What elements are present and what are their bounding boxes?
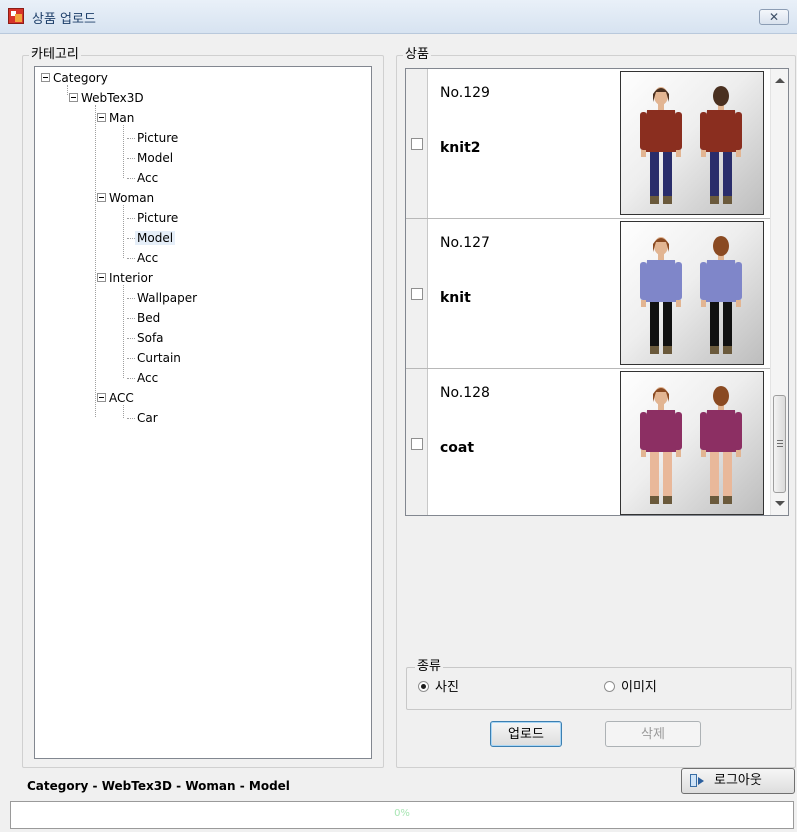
tree-node-label: Interior (109, 271, 153, 285)
product-number: No.128 (440, 385, 490, 401)
scroll-up-icon[interactable] (775, 78, 785, 83)
close-icon: ✕ (768, 10, 780, 24)
tree-node-label: Bed (137, 311, 161, 325)
tree-node-label: Category (53, 71, 108, 85)
progress-label: 0% (394, 808, 410, 819)
tree-node-label: Car (137, 411, 158, 425)
collapse-icon[interactable] (97, 193, 106, 202)
tree-node-webtex3d[interactable]: WebTex3D (69, 89, 144, 107)
product-name: knit2 (440, 140, 481, 156)
product-thumbnail (620, 371, 764, 515)
window-title: 상품 업로드 (32, 12, 96, 27)
logout-label: 로그아웃 (714, 773, 762, 788)
tree-node-woman-acc[interactable]: Acc (127, 249, 159, 267)
category-tree[interactable]: Category WebTex3D Man Picture Model Acc … (34, 66, 372, 759)
product-name: coat (440, 440, 475, 456)
scroll-thumb[interactable] (773, 395, 786, 493)
collapse-icon[interactable] (97, 113, 106, 122)
category-legend: 카테고리 (31, 47, 79, 62)
tree-node-interior-acc[interactable]: Acc (127, 369, 159, 387)
radio-unselected-icon[interactable] (604, 681, 615, 692)
tree-node-interior-curtain[interactable]: Curtain (127, 349, 181, 367)
tree-node-label-selected: Model (135, 231, 176, 245)
tree-node-man-picture[interactable]: Picture (127, 129, 179, 147)
collapse-icon[interactable] (69, 93, 78, 102)
tree-node-label: Man (109, 111, 135, 125)
tree-node-woman-model[interactable]: Model (127, 229, 176, 247)
scroll-down-icon[interactable] (775, 501, 785, 506)
product-thumbnail (620, 221, 764, 365)
upload-progress-bar: 0% (10, 801, 794, 829)
kind-group: 종류 (406, 660, 792, 710)
kind-legend: 종류 (417, 659, 441, 674)
product-checkbox[interactable] (411, 138, 423, 150)
model-illustration (640, 86, 742, 204)
app-icon (8, 8, 24, 24)
tree-node-acc-car[interactable]: Car (127, 409, 158, 427)
radio-image[interactable]: 이미지 (604, 680, 657, 696)
tree-node-label: Picture (137, 211, 179, 225)
tree-node-category[interactable]: Category (41, 69, 108, 87)
tree-node-label: Sofa (137, 331, 164, 345)
radio-selected-icon[interactable] (418, 681, 429, 692)
tree-node-interior[interactable]: Interior (97, 269, 153, 287)
product-checkbox[interactable] (411, 288, 423, 300)
tree-node-label: Woman (109, 191, 155, 205)
product-checkbox[interactable] (411, 438, 423, 450)
product-number: No.127 (440, 235, 490, 251)
tree-node-acc[interactable]: ACC (97, 389, 134, 407)
model-illustration (640, 386, 742, 504)
radio-photo[interactable]: 사진 (418, 680, 459, 696)
product-scrollbar[interactable] (770, 69, 788, 515)
logout-icon (690, 774, 704, 788)
product-row[interactable]: No.129 knit2 (406, 69, 770, 219)
category-path: Category - WebTex3D - Woman - Model (27, 779, 290, 793)
product-list[interactable]: No.129 knit2 No.127 knit No.128 coat (405, 68, 789, 516)
tree-node-label: ACC (109, 391, 134, 405)
radio-label: 사진 (435, 680, 459, 695)
product-row[interactable]: No.128 coat (406, 369, 770, 515)
close-button[interactable]: ✕ (759, 9, 789, 25)
product-name: knit (440, 290, 471, 306)
collapse-icon[interactable] (41, 73, 50, 82)
tree-node-label: WebTex3D (81, 91, 144, 105)
tree-node-interior-wallpaper[interactable]: Wallpaper (127, 289, 198, 307)
tree-node-interior-bed[interactable]: Bed (127, 309, 161, 327)
collapse-icon[interactable] (97, 273, 106, 282)
model-illustration (640, 236, 742, 354)
tree-node-label: Acc (137, 251, 159, 265)
product-thumbnail (620, 71, 764, 215)
delete-button[interactable]: 삭제 (605, 721, 701, 747)
logout-button[interactable]: 로그아웃 (681, 768, 795, 794)
product-legend: 상품 (405, 47, 429, 62)
tree-node-label: Acc (137, 371, 159, 385)
radio-label: 이미지 (621, 680, 657, 695)
tree-node-woman[interactable]: Woman (97, 189, 155, 207)
tree-node-label: Model (137, 151, 174, 165)
tree-node-label: Curtain (137, 351, 181, 365)
tree-node-interior-sofa[interactable]: Sofa (127, 329, 164, 347)
product-row[interactable]: No.127 knit (406, 219, 770, 369)
collapse-icon[interactable] (97, 393, 106, 402)
title-bar: 상품 업로드 ✕ (0, 0, 797, 34)
tree-node-man-acc[interactable]: Acc (127, 169, 159, 187)
upload-button[interactable]: 업로드 (490, 721, 562, 747)
tree-node-man-model[interactable]: Model (127, 149, 174, 167)
tree-node-label: Picture (137, 131, 179, 145)
tree-node-label: Wallpaper (137, 291, 198, 305)
tree-node-man[interactable]: Man (97, 109, 135, 127)
product-number: No.129 (440, 85, 490, 101)
tree-node-label: Acc (137, 171, 159, 185)
tree-node-woman-picture[interactable]: Picture (127, 209, 179, 227)
